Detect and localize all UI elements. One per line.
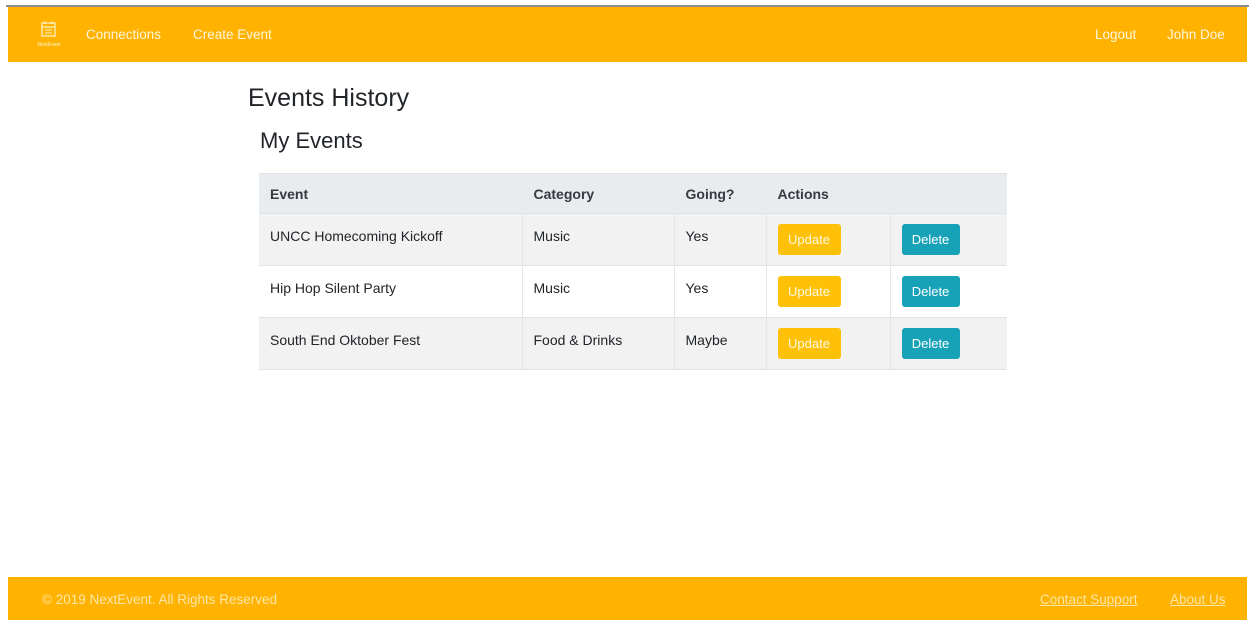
- nav-create-event-link[interactable]: Create Event: [193, 7, 272, 62]
- delete-cell: Delete: [889, 317, 1007, 370]
- section-title: My Events: [260, 128, 363, 153]
- update-button[interactable]: Update: [777, 328, 841, 359]
- calendar-logo-icon: NextEvent: [37, 21, 61, 48]
- header-actions-extra: [889, 173, 1007, 214]
- window-top-edge: [0, 0, 1255, 7]
- header-event: Event: [259, 173, 522, 214]
- delete-button[interactable]: Delete: [901, 224, 960, 255]
- event-going: Yes: [685, 279, 709, 296]
- event-name-cell: Hip Hop Silent Party: [259, 265, 522, 318]
- event-category: Food & Drinks: [533, 331, 623, 348]
- nav-logout-link[interactable]: Logout: [1095, 7, 1136, 62]
- category-cell: Music: [521, 265, 674, 318]
- event-name: Hip Hop Silent Party: [270, 279, 397, 296]
- event-going: Yes: [685, 227, 709, 244]
- header-category: Category: [521, 173, 674, 214]
- header-actions: Actions: [765, 173, 890, 214]
- event-going: Maybe: [685, 331, 728, 348]
- delete-cell: Delete: [889, 265, 1007, 318]
- update-button[interactable]: Update: [777, 224, 841, 255]
- delete-cell: Delete: [889, 213, 1007, 266]
- event-category: Music: [533, 279, 571, 296]
- table-row: South End Oktober Fest Food & Drinks May…: [259, 317, 1007, 370]
- nav-connections-link[interactable]: Connections: [86, 7, 161, 62]
- logo-text: NextEvent: [37, 42, 61, 48]
- footer-copyright: © 2019 NextEvent. All Rights Reserved: [42, 592, 278, 607]
- update-cell: Update: [765, 317, 890, 370]
- event-name: UNCC Homecoming Kickoff: [270, 227, 443, 244]
- header-going: Going?: [673, 173, 766, 214]
- footer-contact-support-link[interactable]: Contact Support: [1040, 577, 1138, 620]
- update-button[interactable]: Update: [777, 276, 841, 307]
- page-title: Events History: [248, 84, 410, 112]
- delete-button[interactable]: Delete: [901, 328, 960, 359]
- category-cell: Food & Drinks: [521, 317, 674, 370]
- update-cell: Update: [765, 265, 890, 318]
- delete-button[interactable]: Delete: [901, 276, 960, 307]
- event-name-cell: UNCC Homecoming Kickoff: [259, 213, 522, 266]
- going-cell: Yes: [673, 265, 766, 318]
- going-cell: Yes: [673, 213, 766, 266]
- event-name-cell: South End Oktober Fest: [259, 317, 522, 370]
- update-cell: Update: [765, 213, 890, 266]
- nextevent-logo[interactable]: NextEvent: [36, 21, 62, 49]
- category-cell: Music: [521, 213, 674, 266]
- table-row: UNCC Homecoming Kickoff Music Yes Update…: [259, 213, 1007, 266]
- event-name: South End Oktober Fest: [270, 331, 421, 348]
- table-header-row: Event Category Going? Actions: [259, 173, 1007, 214]
- footer-about-us-link[interactable]: About Us: [1170, 577, 1226, 620]
- table-row: Hip Hop Silent Party Music Yes Update De…: [259, 265, 1007, 318]
- event-category: Music: [533, 227, 571, 244]
- top-navbar: NextEvent Connections Create Event Logou…: [8, 7, 1247, 62]
- going-cell: Maybe: [673, 317, 766, 370]
- nav-user-link[interactable]: John Doe: [1167, 7, 1225, 62]
- page-footer: © 2019 NextEvent. All Rights Reserved Co…: [8, 577, 1247, 620]
- events-table: Event Category Going? Actions UNCC Homec…: [259, 173, 1007, 370]
